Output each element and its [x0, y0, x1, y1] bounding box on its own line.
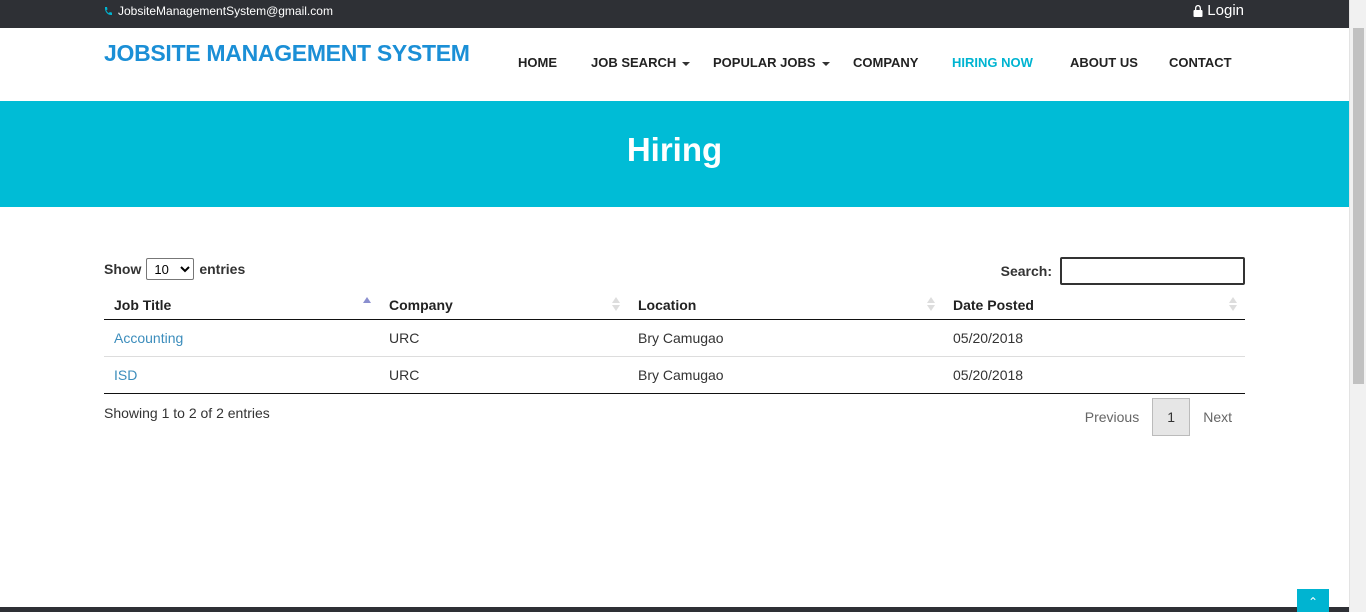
column-header-date-posted[interactable]: Date Posted: [943, 292, 1245, 320]
column-header-label: Job Title: [114, 297, 172, 314]
nav-contact[interactable]: CONTACT: [1169, 55, 1232, 70]
column-header-job-title[interactable]: Job Title: [104, 292, 379, 320]
cell-company: URC: [379, 319, 628, 357]
nav-company[interactable]: COMPANY: [853, 55, 918, 70]
previous-page-button[interactable]: Previous: [1072, 398, 1152, 436]
column-header-company[interactable]: Company: [379, 292, 628, 320]
top-bar: JobsiteManagementSystem@gmail.com Login: [0, 0, 1349, 28]
search-input[interactable]: [1060, 257, 1245, 285]
cell-date-posted: 05/20/2018: [943, 356, 1245, 394]
nav-popular-jobs-label: POPULAR JOBS: [713, 55, 816, 70]
column-header-label: Location: [638, 297, 697, 314]
entries-label: entries: [199, 261, 246, 277]
cell-job-title: ISD: [104, 356, 379, 394]
pagination: Previous 1 Next: [1072, 398, 1245, 436]
scrollbar-thumb[interactable]: [1353, 28, 1364, 384]
nav-hiring-now[interactable]: HIRING NOW: [952, 55, 1033, 70]
nav-company-label: COMPANY: [853, 55, 919, 70]
chevron-up-icon: ⌃: [1307, 595, 1319, 609]
nav-contact-label: CONTACT: [1169, 55, 1232, 70]
back-to-top-button[interactable]: ⌃: [1297, 589, 1329, 612]
caret-down-icon: [682, 61, 691, 66]
lock-icon: [1193, 4, 1203, 17]
contact-email-text: JobsiteManagementSystem@gmail.com: [118, 4, 333, 18]
column-header-label: Company: [389, 297, 453, 314]
nav-about-us[interactable]: ABOUT US: [1070, 55, 1138, 70]
cell-company: URC: [379, 356, 628, 394]
cell-location: Bry Camugao: [628, 356, 943, 394]
nav-home[interactable]: HOME: [518, 55, 557, 70]
job-title-link[interactable]: ISD: [114, 367, 137, 383]
column-header-location[interactable]: Location: [628, 292, 943, 320]
table-row: ISD URC Bry Camugao 05/20/2018: [104, 356, 1245, 394]
table-info: Showing 1 to 2 of 2 entries: [104, 405, 270, 421]
login-label: Login: [1207, 2, 1244, 19]
brand-logo[interactable]: JOBSITE MANAGEMENT SYSTEM: [104, 40, 470, 67]
table-search: Search:: [1001, 257, 1245, 285]
nav-hiring-now-label: HIRING NOW: [952, 55, 1033, 70]
job-title-link[interactable]: Accounting: [114, 330, 183, 346]
sort-icon: [1229, 297, 1237, 313]
phone-icon: [104, 6, 112, 15]
show-label: Show: [104, 261, 142, 277]
site-header: JOBSITE MANAGEMENT SYSTEM HOME JOB SEARC…: [0, 28, 1349, 101]
page-size-select[interactable]: 10: [146, 258, 195, 280]
length-control: Show 10 entries: [104, 258, 245, 280]
column-header-label: Date Posted: [953, 297, 1034, 314]
nav-home-label: HOME: [518, 55, 557, 70]
next-page-button[interactable]: Next: [1190, 398, 1245, 436]
contact-email: JobsiteManagementSystem@gmail.com: [104, 4, 333, 18]
caret-down-icon: [821, 61, 830, 66]
sort-ascending-icon: [363, 297, 371, 313]
footer-edge: [0, 607, 1349, 612]
table-row: Accounting URC Bry Camugao 05/20/2018: [104, 319, 1245, 357]
sort-icon: [612, 297, 620, 313]
jobs-table: Job Title Company Location Date Posted A…: [104, 292, 1245, 394]
page-banner: Hiring: [0, 101, 1349, 207]
cell-location: Bry Camugao: [628, 319, 943, 357]
table-header-row: Job Title Company Location Date Posted: [104, 292, 1245, 320]
sort-icon: [927, 297, 935, 313]
cell-date-posted: 05/20/2018: [943, 319, 1245, 357]
nav-about-us-label: ABOUT US: [1070, 55, 1138, 70]
nav-popular-jobs[interactable]: POPULAR JOBS: [713, 55, 830, 70]
search-label: Search:: [1000, 263, 1052, 279]
page-scrollbar[interactable]: [1349, 0, 1366, 612]
login-link[interactable]: Login: [1193, 2, 1244, 19]
page-title: Hiring: [626, 131, 723, 168]
nav-job-search[interactable]: JOB SEARCH: [591, 55, 691, 70]
page-1-button[interactable]: 1: [1152, 398, 1191, 436]
cell-job-title: Accounting: [104, 319, 379, 357]
nav-job-search-label: JOB SEARCH: [591, 55, 677, 70]
